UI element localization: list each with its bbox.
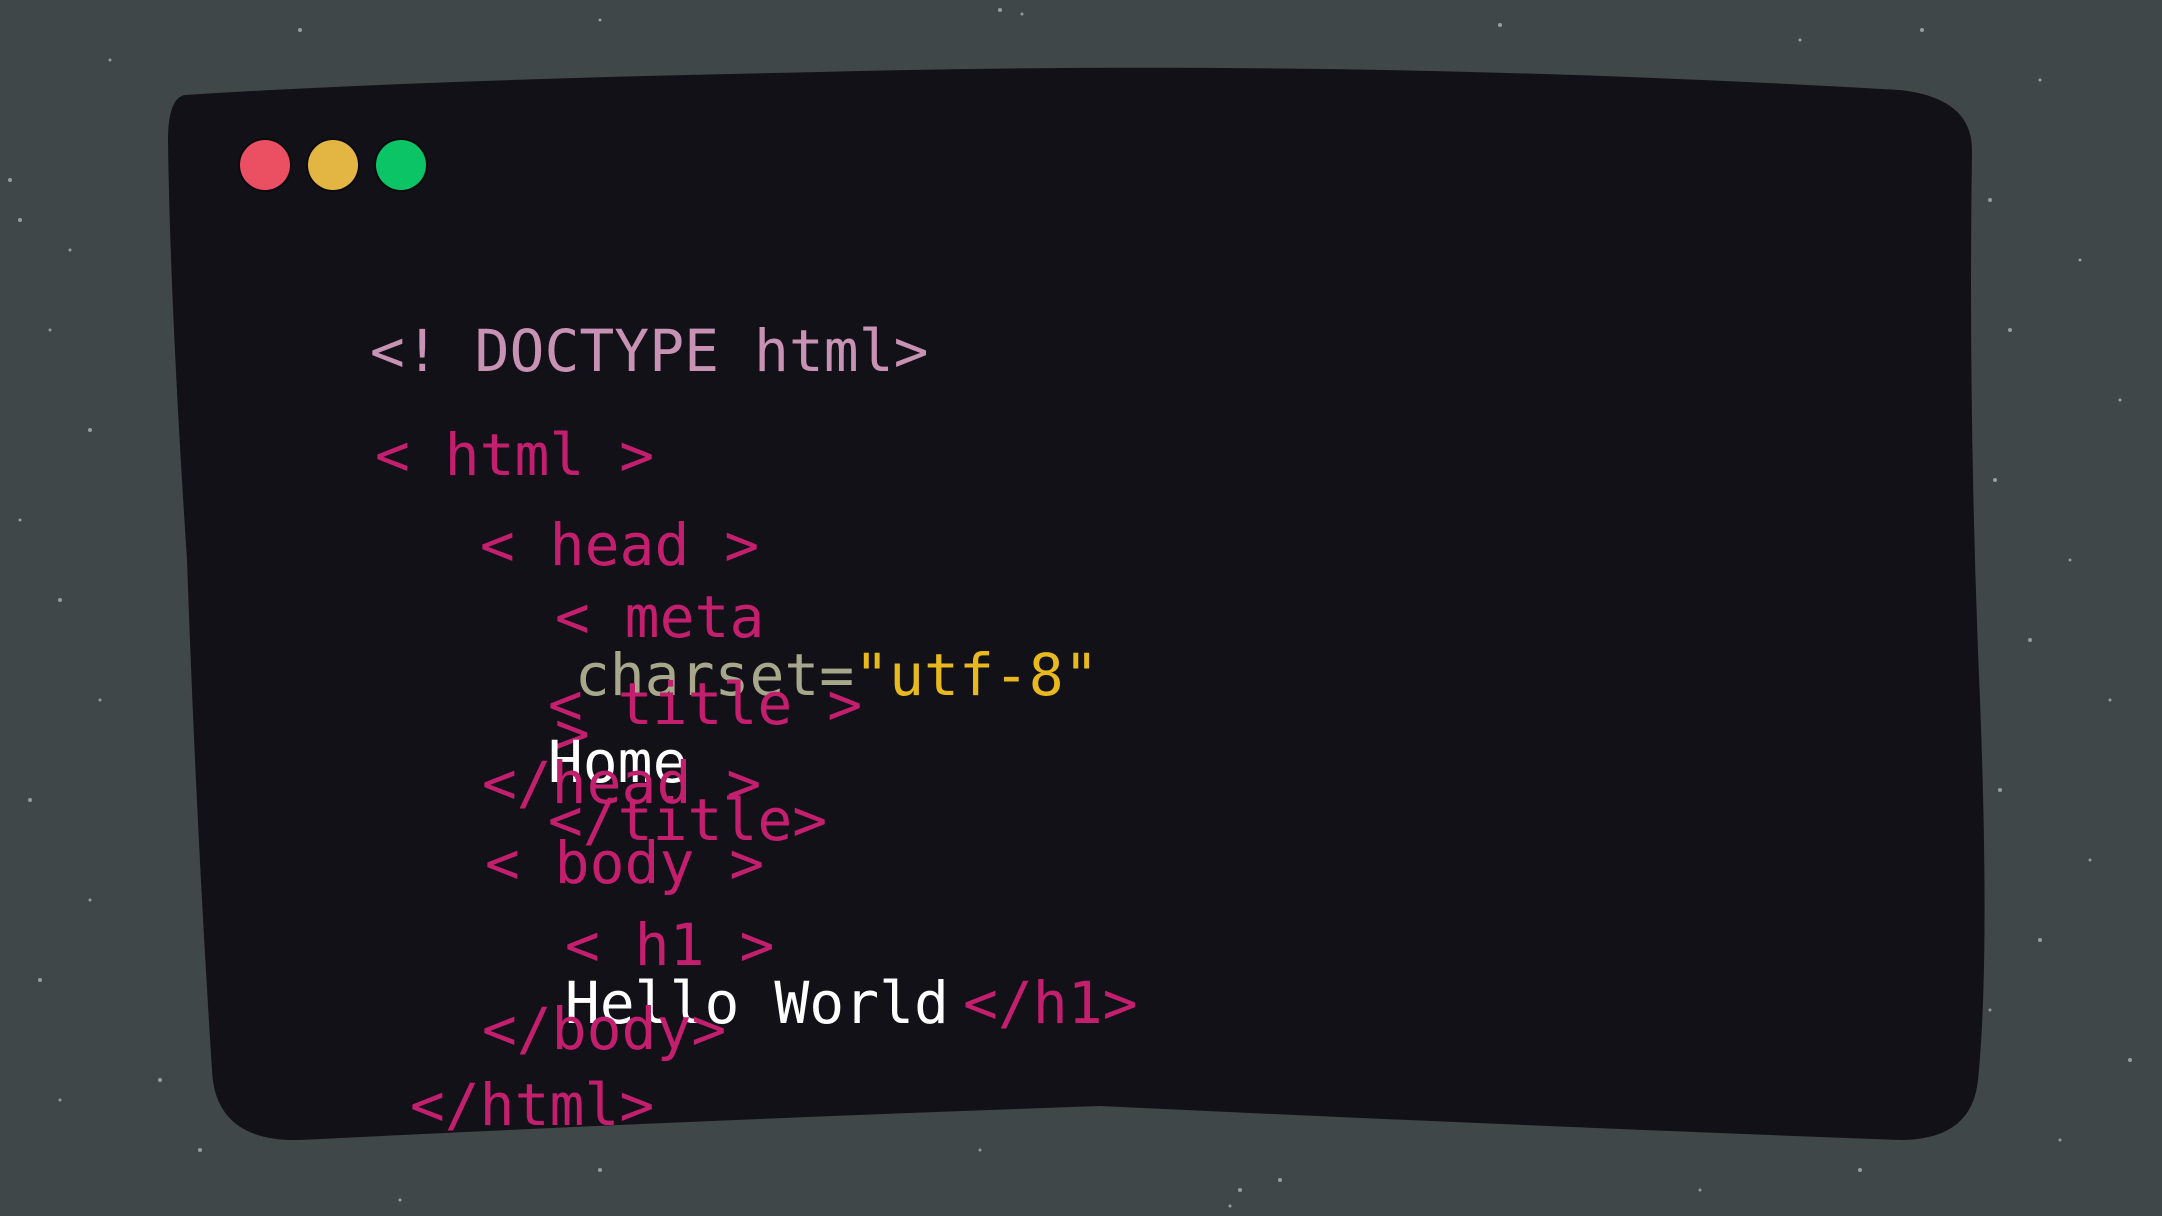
window-controls xyxy=(240,140,426,190)
meta-charset-value: "utf-8" xyxy=(854,641,1099,709)
html-close-tag: </html> xyxy=(409,1071,655,1139)
doctype-line: <! DOCTYPE html> xyxy=(300,264,929,380)
h1-close-tag: </h1> xyxy=(962,969,1138,1037)
close-button[interactable] xyxy=(240,140,290,190)
html-close-line: </html> xyxy=(340,1018,654,1134)
maximize-button[interactable] xyxy=(376,140,426,190)
minimize-button[interactable] xyxy=(308,140,358,190)
